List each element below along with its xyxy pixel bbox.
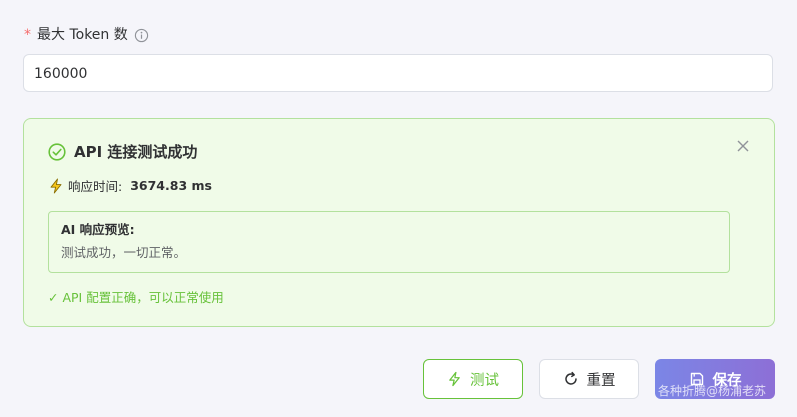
lightning-icon xyxy=(447,371,462,387)
preview-text: 测试成功，一切正常。 xyxy=(61,245,187,260)
save-button-label: 保存 xyxy=(712,372,742,389)
close-icon[interactable] xyxy=(736,139,750,153)
response-time: 响应时间: 3674.83 ms xyxy=(48,176,212,195)
check-circle-icon xyxy=(48,142,66,161)
save-button[interactable]: 保存 xyxy=(655,359,775,399)
preview-title: AI 响应预览: xyxy=(61,222,135,237)
required-mark: * xyxy=(24,27,31,43)
result-title-text: API 连接测试成功 xyxy=(74,143,198,161)
save-icon xyxy=(689,371,705,387)
test-button-label: 测试 xyxy=(470,372,499,389)
lightning-icon xyxy=(48,178,64,194)
success-note: ✓ API 配置正确，可以正常使用 xyxy=(48,290,224,305)
refresh-icon xyxy=(563,371,579,387)
response-time-label: 响应时间: xyxy=(68,179,123,194)
ai-response-preview: AI 响应预览: 测试成功，一切正常。 xyxy=(48,211,730,273)
max-tokens-label: * 最大 Token 数 xyxy=(24,25,149,45)
result-title: API 连接测试成功 xyxy=(48,141,197,162)
reset-button[interactable]: 重置 xyxy=(539,359,639,399)
max-tokens-input[interactable]: 160000 xyxy=(23,54,773,92)
test-result-panel: API 连接测试成功 响应时间: 3674.83 ms AI 响应预览: 测试成… xyxy=(23,118,775,327)
reset-button-label: 重置 xyxy=(586,372,616,389)
max-tokens-label-text: 最大 Token 数 xyxy=(37,27,128,43)
response-time-value: 3674.83 ms xyxy=(130,178,212,193)
test-button[interactable]: 测试 xyxy=(423,359,523,399)
info-circle-icon[interactable] xyxy=(134,28,149,43)
